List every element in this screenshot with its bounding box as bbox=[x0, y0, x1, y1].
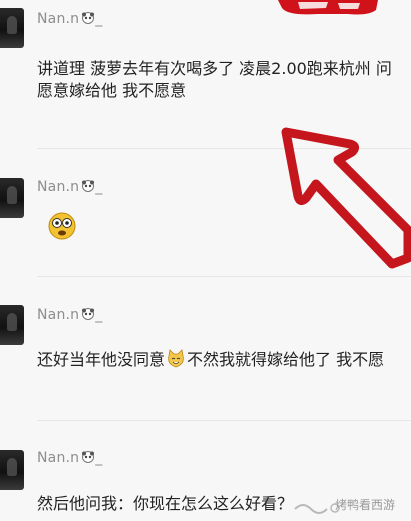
panda-icon bbox=[82, 180, 95, 192]
comment-text: 然后他问我：你现在怎么这么好看？ bbox=[37, 494, 294, 513]
cat-face-emoji-icon bbox=[168, 349, 184, 368]
username[interactable]: Nan.n _ bbox=[37, 11, 102, 27]
comment-text-line: 讲道理 菠萝去年有次喝多了 凌晨2.00跑来杭州 问 bbox=[37, 59, 392, 78]
comment-text: 还好当年他没同意 不然我就得嫁给他了 我不愿 bbox=[37, 349, 385, 369]
comment-text-line: 愿意嫁给他 我不愿意 bbox=[37, 81, 187, 100]
panda-icon bbox=[82, 451, 95, 463]
divider bbox=[37, 420, 411, 421]
red-banner-graphic bbox=[278, 0, 378, 15]
username[interactable]: Nan.n _ bbox=[37, 307, 102, 323]
red-arrow-annotation bbox=[281, 127, 411, 269]
username[interactable]: Nan.n _ bbox=[37, 179, 102, 195]
username[interactable]: Nan.n _ bbox=[37, 450, 102, 466]
comment-thread: Nan.n _ 讲道理 菠萝去年有次喝多了 凌晨2.00跑来杭州 问 愿意嫁给他 … bbox=[0, 0, 411, 521]
panda-icon bbox=[82, 12, 95, 24]
panda-icon bbox=[82, 308, 95, 320]
avatar[interactable] bbox=[0, 8, 24, 48]
avatar[interactable] bbox=[0, 178, 24, 218]
avatar[interactable] bbox=[0, 450, 24, 490]
avatar[interactable] bbox=[0, 305, 24, 345]
watermark-text: 烤鸭看西游 bbox=[334, 498, 395, 512]
dizzy-face-emoji-icon bbox=[48, 212, 76, 240]
